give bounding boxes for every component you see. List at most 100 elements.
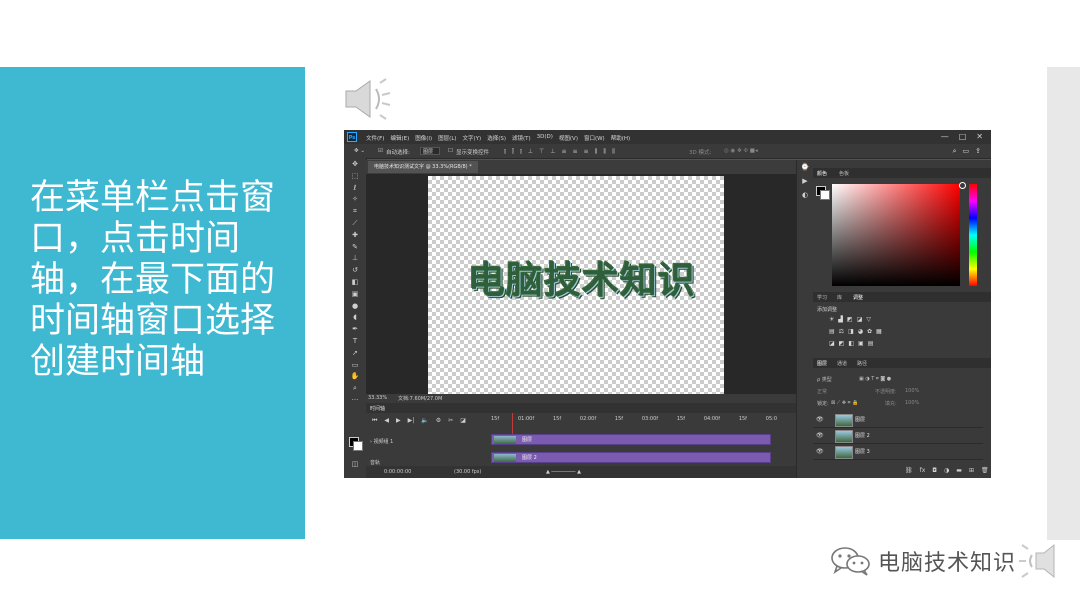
hue-sat-icon[interactable]: ▤ (829, 328, 835, 335)
posterize-icon[interactable]: ◩ (839, 340, 845, 347)
fx-icon[interactable]: fx (920, 464, 926, 478)
menu-item-type[interactable]: 文字(Y) (463, 134, 482, 142)
lookup-icon[interactable]: ▦ (876, 328, 882, 335)
stamp-tool-icon[interactable]: ⊥ (344, 252, 366, 264)
timeline-clip[interactable]: 图层 (491, 434, 771, 445)
levels-icon[interactable]: ▟ (838, 316, 843, 323)
gradient-map-icon[interactable]: ▣ (858, 340, 864, 347)
maximize-button[interactable]: □ (959, 132, 967, 141)
color-picker-cursor[interactable] (959, 182, 966, 189)
path-select-icon[interactable]: ➚ (344, 347, 366, 359)
layer-filter-icons[interactable]: ▣ ◑ T ⌗ ◙ ● (859, 376, 891, 382)
lock-icons[interactable]: ⊠ ⟋ ✥ ⌗ 🔒 (831, 400, 858, 406)
crop-tool-icon[interactable]: ⌗ (344, 205, 366, 217)
timeline-tab[interactable]: 时间轴 (370, 405, 385, 412)
more-tools-icon[interactable]: ··· (344, 394, 366, 406)
distribute-icon[interactable]: ⫼ (612, 148, 615, 156)
invert-icon[interactable]: ◪ (829, 340, 835, 347)
fill-value[interactable]: 100% (905, 400, 919, 406)
pen-tool-icon[interactable]: ✒ (344, 323, 366, 335)
menu-item-file[interactable]: 文件(F) (366, 134, 384, 142)
align-icon[interactable]: ⫾ (520, 148, 522, 156)
zoom-level[interactable]: 33.33% (368, 395, 387, 401)
menu-item-filter[interactable]: 滤镜(T) (512, 134, 531, 142)
delete-layer-icon[interactable]: 🗑 (981, 464, 989, 478)
selective-color-icon[interactable]: ▤ (868, 340, 874, 347)
menu-item-image[interactable]: 图像(I) (415, 134, 432, 142)
tab-layers[interactable]: 图层 (817, 360, 827, 367)
canvas-area[interactable]: 电脑技术知识 (366, 174, 818, 438)
audio-icon[interactable]: 🔈 (421, 417, 428, 425)
layer-kind-filter[interactable]: ρ 类型 (817, 376, 832, 383)
workspace-icon[interactable]: ▭ (963, 147, 970, 156)
menu-item-help[interactable]: 帮助(H) (611, 134, 630, 142)
visibility-eye-icon[interactable]: 👁 (816, 448, 824, 455)
lasso-tool-icon[interactable]: ℓ (344, 182, 366, 194)
history-brush-icon[interactable]: ↺ (344, 264, 366, 276)
align-icon[interactable]: ⫿ (512, 148, 514, 156)
align-icon[interactable]: ⊥ (528, 148, 533, 156)
threshold-icon[interactable]: ◧ (848, 340, 854, 347)
tab-learn[interactable]: 学习 (817, 294, 827, 301)
gradient-tool-icon[interactable]: ▣ (344, 288, 366, 300)
tab-color[interactable]: 颜色 (817, 170, 827, 177)
menu-item-edit[interactable]: 编辑(E) (390, 134, 409, 142)
distribute-icon[interactable]: ⫼ (603, 148, 606, 156)
background-color-swatch[interactable] (353, 441, 363, 451)
menu-item-view[interactable]: 视图(V) (559, 134, 578, 142)
eraser-tool-icon[interactable]: ◧ (344, 276, 366, 288)
brush-tool-icon[interactable]: ✎ (344, 241, 366, 253)
photo-filter-icon[interactable]: ◕ (858, 328, 863, 335)
transition-icon[interactable]: ◪ (460, 417, 466, 425)
menu-item-select[interactable]: 选择(S) (487, 134, 506, 142)
document-tab[interactable]: 电脑技术知识测试文字 @ 33.3%(RGB/8) * (368, 161, 478, 173)
share-icon[interactable]: ⇪ (975, 147, 981, 156)
distribute-icon[interactable]: ≡ (573, 148, 578, 156)
color-background-swatch[interactable] (820, 190, 830, 200)
mixer-icon[interactable]: ✿ (867, 328, 872, 335)
close-button[interactable]: ✕ (976, 132, 983, 141)
blend-mode-select[interactable]: 正常 (817, 388, 827, 395)
align-icon[interactable]: ⊤ (539, 148, 544, 156)
visibility-eye-icon[interactable]: 👁 (816, 432, 824, 439)
distribute-icon[interactable]: ⫼ (595, 148, 598, 156)
marquee-tool-icon[interactable]: ⬚ (344, 170, 366, 182)
tab-libraries[interactable]: 库 (837, 294, 842, 301)
align-icon[interactable]: ⫾ (504, 148, 506, 156)
tab-channels[interactable]: 通道 (837, 360, 847, 367)
distribute-icon[interactable]: ≡ (584, 148, 589, 156)
split-icon[interactable]: ✂ (448, 417, 453, 425)
layer-row[interactable]: 👁 图层 3 (813, 444, 983, 460)
move-tool-icon[interactable]: ✥ ⌄ (354, 148, 365, 154)
hand-tool-icon[interactable]: ✋ (344, 370, 366, 382)
zoom-tool-icon[interactable]: ⌕ (344, 382, 366, 394)
canvas[interactable]: 电脑技术知识 (428, 176, 724, 394)
magic-wand-icon[interactable]: ✧ (344, 193, 366, 205)
healing-brush-icon[interactable]: ✚ (344, 229, 366, 241)
align-icon[interactable]: ⊥ (550, 148, 555, 156)
minimize-button[interactable]: — (941, 132, 949, 141)
type-tool-icon[interactable]: T (344, 335, 366, 347)
speaker-icon[interactable] (342, 75, 398, 123)
dodge-tool-icon[interactable]: ◖ (344, 311, 366, 323)
new-layer-icon[interactable]: ⊞ (969, 464, 974, 478)
distribute-icon[interactable]: ≡ (561, 148, 566, 156)
link-layers-icon[interactable]: ⛓ (905, 464, 913, 478)
mask-icon[interactable]: ◘ (932, 464, 937, 478)
menu-item-layer[interactable]: 图层(L) (438, 134, 456, 142)
bw-icon[interactable]: ◨ (848, 328, 854, 335)
tab-paths[interactable]: 路径 (857, 360, 867, 367)
vibrance-icon[interactable]: ▽ (866, 316, 871, 323)
auto-select-checkbox[interactable]: ☑ (378, 148, 383, 154)
timeline-clip[interactable]: 图层 2 (491, 452, 771, 463)
exposure-icon[interactable]: ◪ (857, 316, 863, 323)
actions-panel-icon[interactable]: ▶ (797, 174, 813, 188)
color-balance-icon[interactable]: ⚖ (839, 328, 844, 335)
color-picker-field[interactable] (832, 184, 960, 286)
curves-icon[interactable]: ◩ (847, 316, 853, 323)
auto-select-dropdown[interactable]: 图层 (420, 147, 440, 155)
move-tool-icon[interactable]: ✥ (344, 158, 366, 170)
hue-slider[interactable] (969, 184, 977, 286)
settings-icon[interactable]: ⚙ (436, 417, 441, 425)
search-icon[interactable]: ⌕ (953, 147, 957, 156)
